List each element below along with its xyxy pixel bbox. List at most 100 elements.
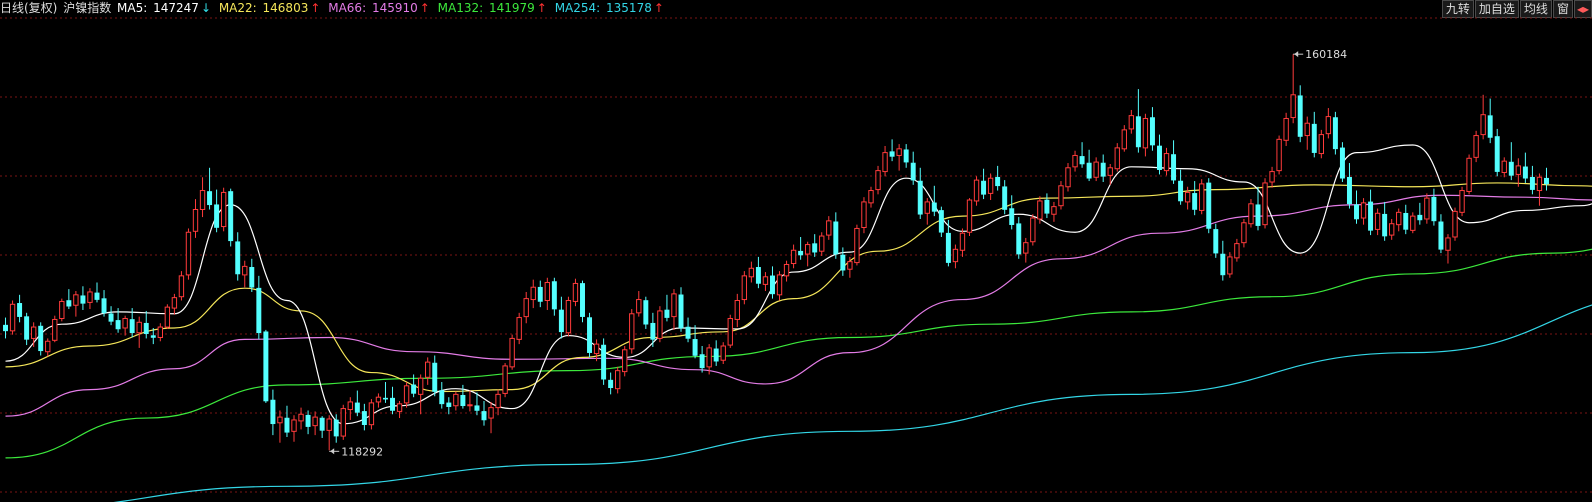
candle-body-down (446, 402, 452, 407)
candle-body-down (24, 316, 30, 340)
candle-body-up (868, 190, 874, 204)
candle-body-up (467, 404, 473, 407)
candle-body-down (235, 241, 241, 275)
candle-body-down (601, 344, 607, 380)
candle-body-up (87, 291, 93, 303)
moving-average-lines (5, 144, 1592, 502)
candle-body-down (1192, 193, 1198, 210)
candle-body-up (1128, 115, 1135, 130)
candle-body-down (3, 324, 8, 332)
candle-body-down (1255, 204, 1261, 226)
candle-body-down (889, 151, 895, 157)
candle-body-up (1389, 223, 1395, 236)
candle-body-up (847, 261, 853, 270)
candle-body-down (481, 411, 487, 421)
candle-body-down (755, 267, 761, 284)
candle-body-up (790, 249, 797, 265)
candle-body-up (671, 293, 677, 318)
candle-body-up (924, 201, 930, 214)
candle-body-up (1269, 171, 1275, 183)
candle-body-up (425, 361, 431, 378)
candle-body-down (995, 176, 1001, 187)
candle-body-down (678, 294, 684, 329)
candle-body-up (826, 220, 832, 236)
candle-body-down (812, 243, 818, 253)
candle-body-down (1220, 253, 1226, 276)
candle-body-up (1466, 157, 1472, 192)
candle-body-down (608, 379, 614, 389)
candle-body-up (615, 370, 621, 390)
candle-body-up (1023, 242, 1029, 254)
candle-body-down (1086, 162, 1092, 179)
candle-body-up (1227, 256, 1233, 275)
candle-body-down (333, 419, 339, 437)
high-arrow-icon (1294, 51, 1299, 58)
candle-body-down (1339, 147, 1345, 179)
candle-body-up (1030, 217, 1036, 243)
candle-body-down (1149, 117, 1155, 146)
candle-body-up (1360, 202, 1367, 219)
candle-body-down (439, 390, 445, 405)
candle-body-up (1515, 165, 1522, 175)
candle-body-down (305, 414, 311, 427)
candle-body-up (861, 201, 867, 229)
candle-body-down (432, 362, 438, 392)
candle-body-up (157, 326, 163, 338)
candle-body-down (101, 298, 107, 314)
candle-body-up (1501, 160, 1507, 174)
candle-body-up (544, 281, 550, 302)
candle-body-down (945, 232, 951, 263)
candle-body-down (207, 191, 213, 206)
candle-body-down (558, 309, 564, 333)
candle-body-down (903, 149, 909, 163)
candle-body-up (326, 418, 332, 431)
candle-body-up (1262, 182, 1268, 226)
candle-body-up (1199, 183, 1205, 211)
candle-body-up (629, 313, 635, 350)
candle-body-up (854, 227, 860, 264)
candle-body-down (713, 348, 719, 362)
candle-body-down (390, 397, 395, 411)
candle-body-down (1311, 123, 1317, 153)
candle-body-up (375, 396, 382, 403)
candle-body-down (840, 254, 846, 271)
candle-body-up (1051, 206, 1057, 215)
candle-body-up (291, 419, 297, 432)
candle-body-down (474, 405, 480, 411)
candle-body-down (38, 325, 44, 352)
candle-body-up (1234, 243, 1240, 259)
candle-body-down (1368, 201, 1374, 231)
candle-body-up (136, 321, 142, 334)
candle-body-up (516, 317, 522, 340)
candle-body-up (178, 275, 185, 298)
candle-body-up (52, 318, 58, 341)
candle-body-up (509, 337, 515, 368)
candle-body-down (1297, 95, 1303, 137)
candle-body-up (819, 235, 825, 252)
candle-body-up (171, 297, 178, 309)
candlestick-chart[interactable]: 160184 118292 (0, 0, 1592, 502)
candle-body-down (150, 335, 156, 338)
candle-body-down (361, 411, 367, 425)
candle-body-up (966, 199, 973, 233)
candle-body-down (1346, 176, 1352, 205)
candle-body-up (164, 306, 171, 328)
candle-body-down (270, 399, 276, 425)
candle-body-up (1072, 154, 1078, 168)
candle-body-down (1157, 145, 1162, 170)
candle-body-up (1283, 117, 1289, 141)
candle-body-down (354, 402, 360, 413)
candle-body-up (488, 407, 494, 419)
candle-body-down (411, 384, 417, 394)
candle-body-down (1438, 221, 1444, 250)
candle-body-down (580, 283, 585, 317)
candle-body-down (931, 202, 937, 212)
candle-body-down (17, 303, 23, 317)
candle-body-down (1100, 162, 1106, 177)
candle-body-up (727, 318, 733, 346)
candle-body-up (776, 274, 783, 296)
candle-body-up (706, 347, 712, 368)
candle-body-up (312, 416, 318, 427)
candle-body-down (981, 180, 987, 195)
candle-body-up (9, 303, 16, 332)
